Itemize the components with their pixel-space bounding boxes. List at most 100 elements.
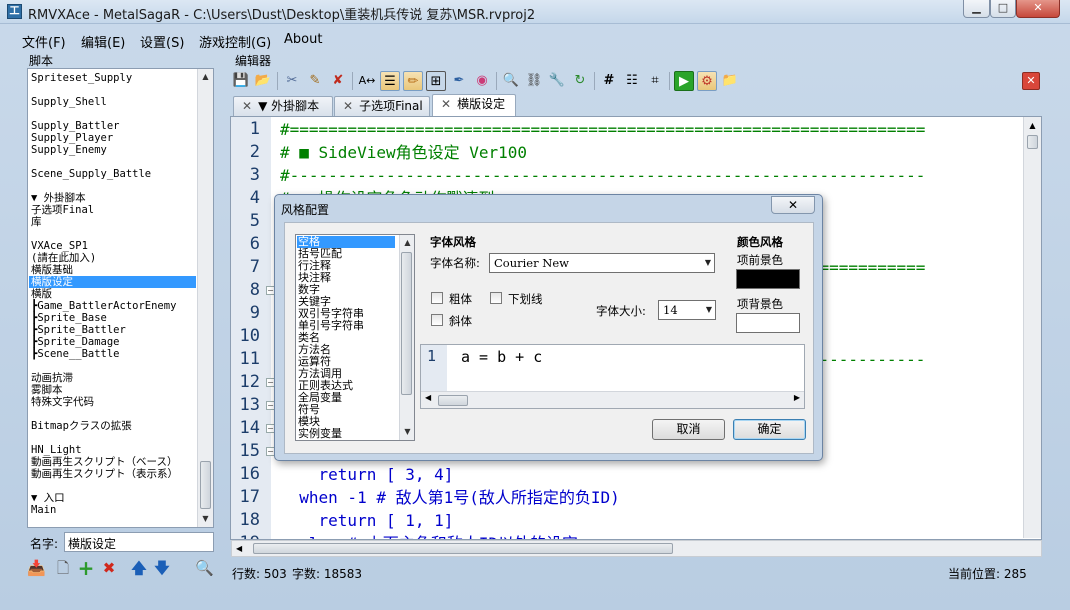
maximize-button[interactable]: □ <box>990 0 1016 18</box>
font-size-select[interactable]: 14 ▼ <box>658 300 716 320</box>
code-line[interactable]: when -1 # 敌人第1号(敌人所指定的负ID) <box>280 486 1040 509</box>
hash-icon[interactable]: # <box>599 71 619 91</box>
script-list-item[interactable]: Scene_Supply_Battle <box>31 168 151 180</box>
script-list-item[interactable]: Main <box>31 504 56 516</box>
tab-sideview-settings[interactable]: ✕ 横版设定 <box>432 94 516 118</box>
script-list-item[interactable]: 横版基础 <box>31 264 73 276</box>
tab-close-icon[interactable]: ✕ <box>343 99 353 113</box>
script-list-item[interactable]: 雾脚本 <box>31 384 63 396</box>
scroll-up-arrow-icon[interactable]: ▲ <box>1024 117 1041 134</box>
script-list-item[interactable]: ┣Sprite_Battler <box>31 324 126 336</box>
scroll-left-arrow-icon[interactable]: ◀ <box>425 393 431 402</box>
refresh-icon[interactable]: ↻ <box>570 71 590 91</box>
script-list-item[interactable]: 子选项Final <box>31 204 94 216</box>
dialog-close-button[interactable]: ✕ <box>771 196 815 214</box>
scroll-thumb[interactable] <box>200 461 211 509</box>
script-list-item[interactable]: Bitmapクラスの拡張 <box>31 420 132 432</box>
marker-icon[interactable]: ✒ <box>449 71 469 91</box>
code-line[interactable]: else # 上面主角和敌人ID以外的设定 <box>280 532 1040 539</box>
script-list-item[interactable]: ▼ 入口 <box>31 492 65 504</box>
open-folder-icon[interactable]: 📂 <box>253 71 273 91</box>
script-list-item[interactable]: 動画再生スクリプト（表示系） <box>31 468 178 480</box>
pencil-icon[interactable]: ✏ <box>403 71 423 91</box>
edit-icon[interactable]: ✎ <box>305 71 325 91</box>
script-list-item[interactable]: ┣Game_BattlerActorEnemy <box>31 300 176 312</box>
script-list-item[interactable]: ┣Scene__Battle <box>31 348 120 360</box>
script-list-item[interactable]: ▼ 外掛腳本 <box>31 192 86 204</box>
close-window-button[interactable]: ✕ <box>1016 0 1060 18</box>
script-list-item[interactable]: 特殊文字代码 <box>31 396 94 408</box>
zoom-icon[interactable]: 🔍 <box>501 71 521 91</box>
script-list-item[interactable]: 横版 <box>31 288 52 300</box>
tools-icon[interactable]: 🔧 <box>547 71 567 91</box>
font-size-icon[interactable]: A↔ <box>357 71 377 91</box>
crop-icon[interactable]: ⌗ <box>645 71 665 91</box>
scroll-left-arrow-icon[interactable]: ◀ <box>236 541 242 556</box>
run-icon[interactable]: ▶ <box>674 71 694 91</box>
cancel-button[interactable]: 取消 <box>652 419 725 440</box>
editor-vertical-scrollbar[interactable]: ▲ <box>1023 117 1041 538</box>
script-list-item[interactable]: 動画再生スクリプト（ベース） <box>31 456 177 468</box>
script-list-item[interactable]: 横版设定 <box>29 276 196 288</box>
menu-edit[interactable]: 编辑(E) <box>81 32 125 51</box>
script-list[interactable]: Spriteset_Supply Supply_Shell Supply_Battl… <box>27 68 214 528</box>
editor-horizontal-scrollbar[interactable]: ◀ <box>231 540 1042 557</box>
script-list-item[interactable]: 动画抗滞 <box>31 372 73 384</box>
clear-icon[interactable]: ✘ <box>328 71 348 91</box>
script-list-item[interactable]: Spriteset_Supply <box>31 72 132 84</box>
script-list-item[interactable]: Supply_Enemy <box>31 144 107 156</box>
menu-game-control[interactable]: 游戏控制(G) <box>199 32 271 51</box>
indent-icon[interactable]: ☰ <box>380 71 400 91</box>
script-list-item[interactable]: ┣Sprite_Base <box>31 312 107 324</box>
tab-sub-option-final[interactable]: ✕ 子选项Final <box>334 96 430 117</box>
list-icon[interactable]: ☷ <box>622 71 642 91</box>
foreground-color-swatch[interactable] <box>736 269 800 289</box>
script-list-scrollbar[interactable]: ▲ ▼ <box>197 69 213 527</box>
script-list-item[interactable]: Supply_Player <box>31 132 113 144</box>
script-list-item[interactable]: ┣Sprite_Damage <box>31 336 120 348</box>
style-list-item[interactable]: 实例变量 <box>298 428 342 440</box>
link-icon[interactable]: ⛓ <box>524 71 544 91</box>
scroll-thumb[interactable] <box>253 543 673 554</box>
script-list-item[interactable]: 库 <box>31 216 42 228</box>
preview-scrollbar[interactable]: ◀ ▶ <box>421 391 804 408</box>
save-icon[interactable]: 💾 <box>231 71 251 91</box>
scroll-down-arrow-icon[interactable]: ▼ <box>198 511 213 527</box>
scroll-up-arrow-icon[interactable]: ▲ <box>198 69 213 85</box>
menu-settings[interactable]: 设置(S) <box>140 32 184 51</box>
table-icon[interactable]: ⊞ <box>426 71 446 91</box>
minimize-button[interactable]: ▁ <box>963 0 990 18</box>
code-line[interactable]: # ■ SideView角色设定 Ver100 <box>280 141 1040 164</box>
code-line[interactable]: return [ 3, 4] <box>280 463 1040 486</box>
scroll-up-arrow-icon[interactable]: ▲ <box>400 235 414 251</box>
folder-icon[interactable]: 📁 <box>720 71 740 91</box>
cut-icon[interactable]: ✂ <box>282 71 302 91</box>
tab-close-icon[interactable]: ✕ <box>441 97 451 111</box>
script-list-item[interactable]: (請在此加入) <box>31 252 96 264</box>
code-line[interactable]: #---------------------------------------… <box>280 164 1040 187</box>
color-wheel-icon[interactable]: ◉ <box>472 71 492 91</box>
underline-checkbox[interactable] <box>490 292 502 304</box>
menu-file[interactable]: 文件(F) <box>22 32 66 51</box>
code-line[interactable]: #=======================================… <box>280 118 1040 141</box>
style-list-scrollbar[interactable]: ▲ ▼ <box>399 235 414 440</box>
ok-button[interactable]: 确定 <box>733 419 806 440</box>
scroll-thumb[interactable] <box>1027 135 1038 149</box>
scroll-thumb[interactable] <box>401 252 412 395</box>
tab-close-icon[interactable]: ✕ <box>242 99 252 113</box>
script-list-item[interactable]: VXAce_SP1 <box>31 240 88 252</box>
background-color-swatch[interactable] <box>736 313 800 333</box>
italic-checkbox[interactable] <box>431 314 443 326</box>
code-line[interactable]: return [ 1, 1] <box>280 509 1040 532</box>
script-list-item[interactable]: HN_Light <box>31 444 82 456</box>
settings-gear-icon[interactable]: ⚙ <box>697 71 717 91</box>
close-editor-icon[interactable]: ✕ <box>1022 72 1040 90</box>
bold-checkbox[interactable] <box>431 292 443 304</box>
scroll-thumb[interactable] <box>438 395 468 406</box>
font-name-select[interactable]: Courier New ▼ <box>489 253 715 273</box>
script-list-item[interactable]: Supply_Shell <box>31 96 107 108</box>
tab-external-scripts[interactable]: ✕ ▼ 外掛腳本 <box>233 96 333 117</box>
script-list-item[interactable]: Supply_Battler <box>31 120 120 132</box>
scroll-right-arrow-icon[interactable]: ▶ <box>794 393 800 402</box>
menu-about[interactable]: About <box>284 32 322 47</box>
